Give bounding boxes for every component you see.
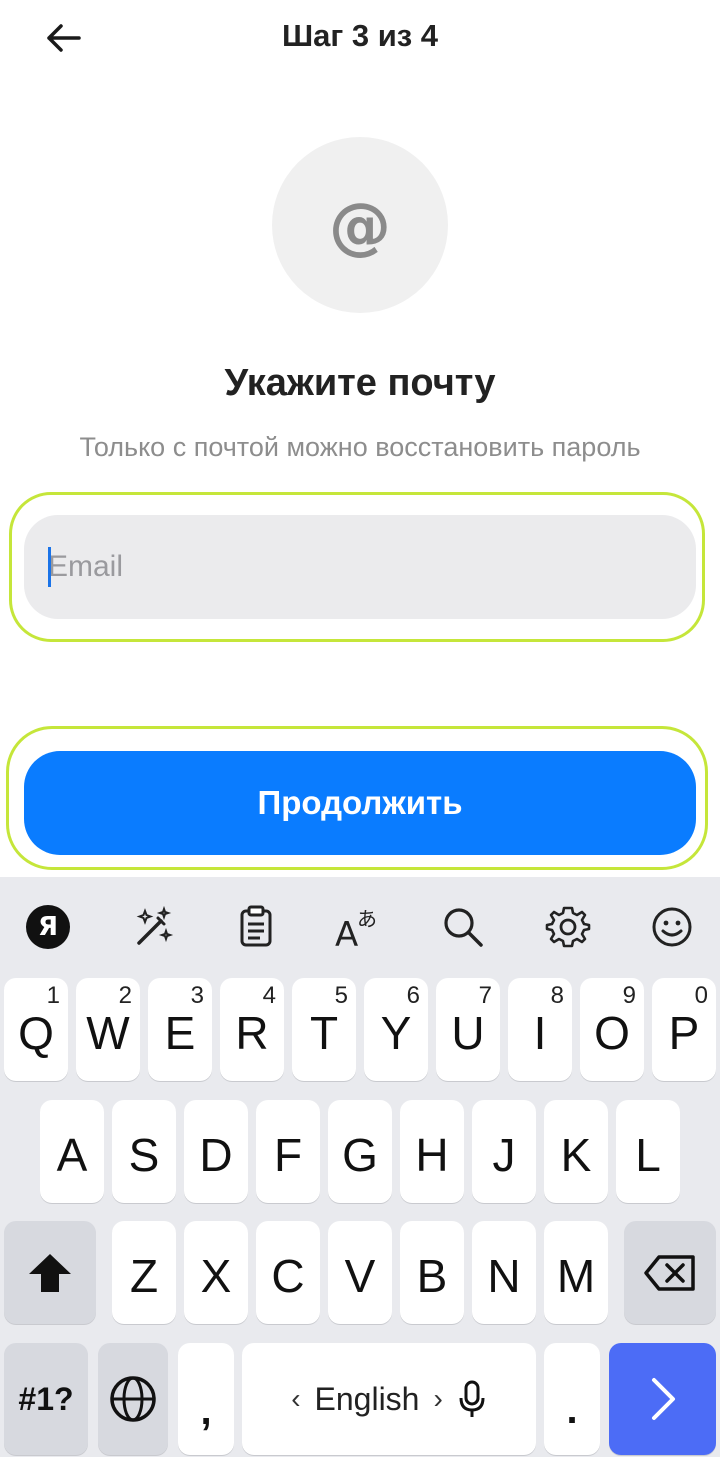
email-illustration: @ bbox=[272, 137, 448, 313]
settings-icon[interactable] bbox=[543, 904, 593, 950]
page-subtitle: Только с почтой можно восстановить парол… bbox=[79, 432, 641, 462]
key-e[interactable]: 3E bbox=[148, 978, 212, 1081]
key-n[interactable]: N bbox=[472, 1221, 536, 1324]
translate-icon[interactable]: A あ bbox=[333, 904, 383, 950]
step-title: Шаг 3 из 4 bbox=[281, 18, 439, 53]
enter-key[interactable] bbox=[609, 1343, 716, 1455]
key-b[interactable]: B bbox=[400, 1221, 464, 1324]
key-v[interactable]: V bbox=[328, 1221, 392, 1324]
comma-key[interactable]: , bbox=[178, 1343, 234, 1455]
emoji-icon[interactable] bbox=[647, 904, 697, 950]
key-t[interactable]: 5T bbox=[292, 978, 356, 1081]
email-field[interactable] bbox=[24, 515, 696, 619]
key-p[interactable]: 0P bbox=[652, 978, 716, 1081]
key-g[interactable]: G bbox=[328, 1100, 392, 1203]
key-s[interactable]: S bbox=[112, 1100, 176, 1203]
next-language-icon: › bbox=[433, 1383, 443, 1414]
magic-wand-icon[interactable] bbox=[128, 904, 178, 950]
key-o[interactable]: 9O bbox=[580, 978, 644, 1081]
continue-button[interactable]: Продолжить bbox=[24, 751, 696, 855]
prev-language-icon: ‹ bbox=[291, 1383, 301, 1414]
key-j[interactable]: J bbox=[472, 1100, 536, 1203]
space-language-label: English bbox=[314, 1380, 420, 1417]
language-key[interactable] bbox=[98, 1343, 168, 1455]
key-l[interactable]: L bbox=[616, 1100, 680, 1203]
yandex-logo-text: Я bbox=[37, 912, 59, 942]
clipboard-icon[interactable] bbox=[231, 904, 281, 950]
backspace-icon bbox=[644, 1254, 695, 1291]
key-f[interactable]: F bbox=[256, 1100, 320, 1203]
key-z[interactable]: Z bbox=[112, 1221, 176, 1324]
space-key[interactable]: ‹ English › bbox=[242, 1343, 536, 1455]
microphone-icon bbox=[459, 1380, 485, 1417]
backspace-key[interactable] bbox=[624, 1221, 716, 1324]
key-i[interactable]: 8I bbox=[508, 978, 572, 1081]
svg-text:A: A bbox=[335, 915, 358, 950]
key-x[interactable]: X bbox=[184, 1221, 248, 1324]
key-c[interactable]: C bbox=[256, 1221, 320, 1324]
key-w[interactable]: 2W bbox=[76, 978, 140, 1081]
key-u[interactable]: 7U bbox=[436, 978, 500, 1081]
svg-text:あ: あ bbox=[357, 907, 377, 931]
symbols-key[interactable]: #1? bbox=[4, 1343, 88, 1455]
page-heading: Укажите почту bbox=[224, 362, 496, 404]
key-r[interactable]: 4R bbox=[220, 978, 284, 1081]
at-sign-icon: @ bbox=[329, 188, 391, 262]
keyboard: Я A あ 1 Q 2 W 3 E 4 R 5 T 6 Y 7 U 8 I 9 … bbox=[0, 877, 720, 1457]
period-key[interactable]: . bbox=[544, 1343, 600, 1455]
chevron-right-icon bbox=[651, 1378, 675, 1420]
text-cursor bbox=[48, 547, 51, 587]
key-a[interactable]: A bbox=[40, 1100, 104, 1203]
key-m[interactable]: M bbox=[544, 1221, 608, 1324]
key-k[interactable]: K bbox=[544, 1100, 608, 1203]
yandex-icon[interactable]: Я bbox=[23, 904, 73, 950]
key-q[interactable]: 1Q bbox=[4, 978, 68, 1081]
key-h[interactable]: H bbox=[400, 1100, 464, 1203]
shift-key[interactable] bbox=[4, 1221, 96, 1324]
globe-icon bbox=[110, 1376, 156, 1422]
search-icon[interactable] bbox=[438, 904, 488, 950]
key-y[interactable]: 6Y bbox=[364, 978, 428, 1081]
shift-arrow-icon bbox=[29, 1253, 71, 1292]
key-d[interactable]: D bbox=[184, 1100, 248, 1203]
